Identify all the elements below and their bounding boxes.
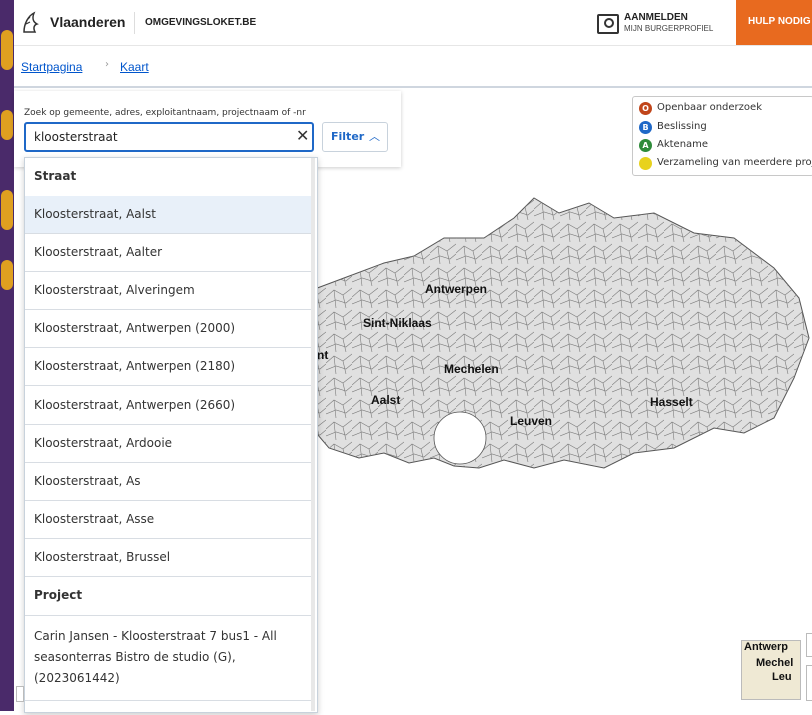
help-button-label: HULP NODIG — [748, 16, 811, 27]
dropdown-scrollbar[interactable] — [311, 158, 315, 711]
map-control-button[interactable] — [806, 633, 812, 657]
login-link[interactable]: AANMELDEN — [624, 12, 688, 23]
map-label-city: Hasselt — [650, 395, 693, 409]
header-divider — [134, 12, 135, 34]
suggestion-item[interactable]: Kloosterstraat, Ardooie — [25, 425, 315, 463]
suggestion-item[interactable]: Kloosterstraat, Antwerpen (2000) — [25, 310, 315, 348]
map-label-city: Antwerpen — [425, 282, 488, 296]
suggestion-item[interactable]: Kloosterstraat, As — [25, 463, 315, 501]
breadcrumb-chevron-icon: › — [105, 59, 109, 70]
suggestion-item[interactable]: Kloosterstraat, Alveringem — [25, 272, 315, 310]
map-control-button[interactable] — [806, 665, 812, 701]
suggestion-item[interactable]: Kloosterstraat, Aalter — [25, 234, 315, 272]
desktop-icon — [1, 110, 13, 140]
public-inquiry-icon: O — [639, 102, 652, 115]
suggestion-label: Kloosterstraat, Alveringem — [34, 283, 195, 297]
map-label-city: nt — [317, 348, 329, 362]
suggestion-label: Kloosterstraat, Asse — [34, 512, 155, 526]
suggestion-label: Kloosterstraat, Aalst — [34, 207, 156, 221]
breadcrumb-current[interactable]: Kaart — [120, 60, 149, 74]
legend-label: Verzameling van meerdere proje — [657, 157, 812, 168]
suggestion-item[interactable]: Kloosterstraat, Aalst — [25, 196, 315, 234]
brussels-enclave-shape — [433, 411, 487, 465]
search-input[interactable] — [24, 122, 314, 152]
breadcrumb: Startpagina › Kaart — [14, 46, 812, 88]
flanders-lion-logo-icon[interactable] — [20, 10, 42, 36]
user-profile-icon[interactable] — [597, 14, 619, 34]
suggestion-item-project[interactable]: Carin Jansen - Kloosterstraat 7 bus1 - A… — [25, 616, 315, 701]
legend-label: Aktename — [657, 139, 709, 150]
suggestion-group-heading: Project — [25, 577, 315, 616]
search-label: Zoek op gemeente, adres, exploitantnaam,… — [24, 108, 306, 118]
group-heading-label: Straat — [34, 169, 77, 183]
map-label-city: Sint-Niklaas — [363, 316, 432, 330]
desktop-icon — [1, 260, 13, 290]
login-sublabel[interactable]: MIJN BURGERPROFIEL — [624, 24, 713, 33]
suggestion-label: Kloosterstraat, Brussel — [34, 550, 171, 564]
legend-label: Openbaar onderzoek — [657, 102, 762, 113]
filter-button[interactable]: Filter ︿ — [322, 122, 388, 152]
cluster-icon — [639, 157, 652, 170]
desktop-icon — [1, 190, 13, 230]
group-heading-label: Project — [34, 588, 83, 602]
map-label-city: Aalst — [371, 393, 401, 407]
chevron-up-icon: ︿ — [369, 130, 380, 143]
search-suggestions-dropdown: Straat Kloosterstraat, Aalst Kloosterstr… — [24, 157, 318, 713]
map-label-city: Mechelen — [444, 362, 499, 376]
thumb-label: Mechel — [756, 657, 794, 669]
clear-search-icon[interactable]: ✕ — [296, 126, 309, 145]
breadcrumb-home-link[interactable]: Startpagina — [21, 60, 82, 74]
legend-label: Beslissing — [657, 121, 707, 132]
desktop-edge-strip — [0, 0, 14, 711]
help-button[interactable]: HULP NODIG — [736, 0, 812, 45]
site-name[interactable]: OMGEVINGSLOKET.BE — [145, 17, 256, 28]
suggestion-label: Kloosterstraat, Aalter — [34, 245, 163, 259]
suggestion-group-heading: Straat — [25, 158, 315, 197]
brand-name[interactable]: Vlaanderen — [50, 14, 125, 30]
overview-map-thumbnail[interactable]: Antwerp Mechel Leu — [741, 640, 801, 700]
suggestion-item[interactable]: Kloosterstraat, Asse — [25, 501, 315, 539]
desktop-icon — [1, 30, 13, 70]
thumb-label: Leu — [772, 671, 792, 683]
decision-icon: B — [639, 121, 652, 134]
suggestion-label: Kloosterstraat, As — [34, 474, 141, 488]
map-control-button[interactable] — [16, 686, 24, 702]
map-label-city: Leuven — [510, 414, 553, 428]
thumb-label: Antwerp — [744, 641, 788, 653]
suggestion-item[interactable]: Kloosterstraat, Brussel — [25, 539, 315, 577]
filter-button-label: Filter — [331, 130, 365, 143]
suggestion-item[interactable]: Kloosterstraat, Antwerpen (2180) — [25, 348, 315, 386]
acknowledgement-icon: A — [639, 139, 652, 152]
suggestion-label: Kloosterstraat, Ardooie — [34, 436, 173, 450]
suggestion-label: Carin Jansen - Kloosterstraat 7 bus1 - A… — [34, 629, 277, 685]
suggestion-label: Kloosterstraat, Antwerpen (2000) — [34, 321, 236, 335]
suggestion-item[interactable]: Kloosterstraat, Antwerpen (2660) — [25, 387, 315, 425]
site-header: Vlaanderen OMGEVINGSLOKET.BE AANMELDEN M… — [14, 0, 812, 46]
suggestion-label: Kloosterstraat, Antwerpen (2180) — [34, 359, 236, 373]
map-legend: O Openbaar onderzoek B Beslissing A Akte… — [632, 96, 812, 176]
suggestion-label: Kloosterstraat, Antwerpen (2660) — [34, 398, 236, 412]
